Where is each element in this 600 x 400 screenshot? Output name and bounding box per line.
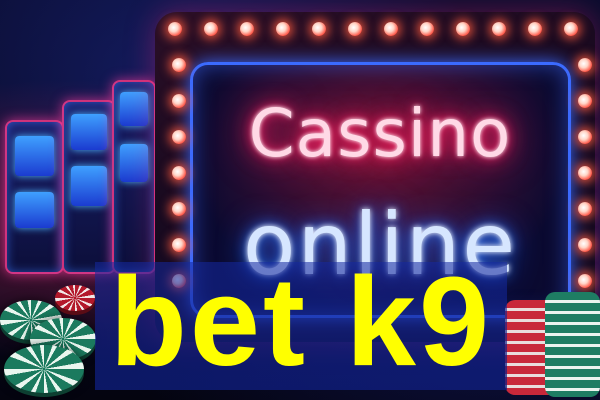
marquee-bulb: [578, 238, 592, 252]
marquee-bulb: [528, 22, 542, 36]
marquee-bulb: [578, 94, 592, 108]
caption-text: bet k9: [109, 251, 493, 392]
marquee-bulb: [168, 22, 182, 36]
neon-text-cassino: Cassino: [248, 95, 512, 172]
marquee-bulb: [578, 274, 592, 288]
marquee-bulb: [172, 238, 186, 252]
marquee-bulb: [578, 58, 592, 72]
marquee-bulb: [172, 166, 186, 180]
casino-scene: Cassino online bet k9: [0, 0, 600, 400]
poker-chip-stack: [545, 292, 600, 397]
slot-screen: [119, 92, 149, 126]
marquee-bulb: [348, 22, 362, 36]
slot-screen: [71, 166, 107, 206]
slot-screen: [119, 144, 149, 182]
marquee-bulb: [384, 22, 398, 36]
marquee-bulb: [204, 22, 218, 36]
marquee-bulb: [420, 22, 434, 36]
slot-machine: [5, 120, 64, 274]
marquee-bulb: [578, 130, 592, 144]
marquee-bulb: [172, 202, 186, 216]
marquee-bulb: [564, 22, 578, 36]
marquee-bulb: [172, 58, 186, 72]
poker-chip: [55, 285, 95, 311]
slot-screen: [14, 136, 55, 176]
slot-machine: [62, 100, 116, 274]
marquee-bulb: [492, 22, 506, 36]
marquee-bulb: [172, 130, 186, 144]
poker-chip: [4, 345, 84, 393]
marquee-bulb: [312, 22, 326, 36]
marquee-bulb: [276, 22, 290, 36]
marquee-bulb: [456, 22, 470, 36]
slot-machine: [112, 80, 156, 274]
marquee-bulb: [172, 94, 186, 108]
marquee-bulb: [578, 202, 592, 216]
slot-screen: [71, 114, 107, 150]
marquee-bulb: [578, 166, 592, 180]
marquee-bulb: [240, 22, 254, 36]
slot-screen: [14, 192, 55, 228]
